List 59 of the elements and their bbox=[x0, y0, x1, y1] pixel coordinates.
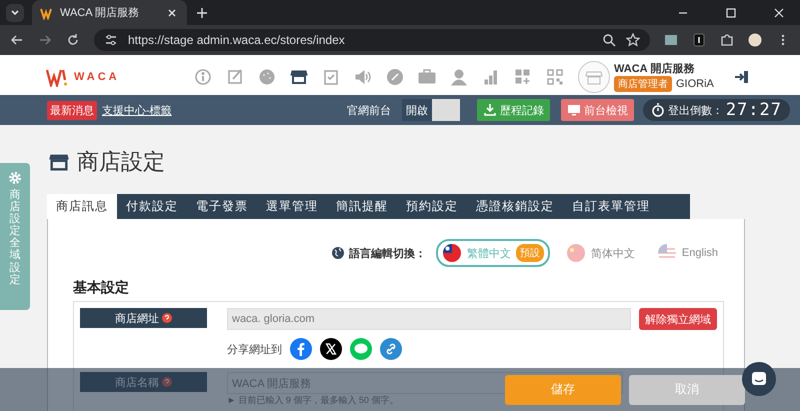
address-bar[interactable]: https://stage admin.waca.ec/stores/index bbox=[94, 29, 650, 51]
site-toggle[interactable]: 開啟 bbox=[402, 99, 460, 121]
profile-avatar[interactable] bbox=[748, 33, 762, 47]
settings-tab[interactable]: 選單管理 bbox=[257, 194, 327, 219]
stopwatch-icon bbox=[650, 103, 665, 117]
browser-tab[interactable]: WACA 開店服務 bbox=[32, 0, 187, 25]
facebook-icon[interactable] bbox=[290, 338, 312, 360]
x-icon[interactable] bbox=[320, 338, 342, 360]
language-label: 語言編輯切換： bbox=[348, 246, 426, 260]
field-label: 商店名稱 bbox=[80, 372, 207, 392]
default-badge: 預設 bbox=[516, 244, 544, 262]
news-badge: 最新消息 bbox=[47, 100, 97, 120]
settings-tab[interactable]: 簡訊提醒 bbox=[327, 194, 397, 219]
flag-icon bbox=[566, 243, 586, 263]
site-label: 官網前台 bbox=[346, 104, 391, 118]
maximize-icon[interactable] bbox=[724, 6, 738, 20]
logout-countdown: 登出倒數： 27:27 bbox=[642, 99, 790, 121]
close-icon[interactable] bbox=[772, 6, 786, 20]
flag-icon bbox=[442, 243, 462, 263]
page-title: 商店設定 bbox=[77, 148, 165, 176]
forward-icon[interactable] bbox=[38, 33, 52, 47]
new-tab-icon[interactable] bbox=[195, 6, 209, 20]
puzzle-icon[interactable] bbox=[720, 33, 734, 47]
logo-icon bbox=[40, 6, 54, 20]
download-icon bbox=[482, 103, 497, 117]
settings-tab[interactable]: 自訂表單管理 bbox=[563, 194, 659, 219]
settings-tab[interactable]: 憑證核銷設定 bbox=[467, 194, 563, 219]
url-field[interactable]: waca. gloria.com bbox=[227, 308, 631, 330]
tab-list-button[interactable] bbox=[6, 4, 24, 22]
share-label: 分享網址到 bbox=[227, 342, 282, 356]
user-name: GIORiA bbox=[676, 78, 714, 90]
store-icon[interactable] bbox=[290, 68, 308, 86]
section-title: 基本設定 bbox=[73, 279, 130, 297]
chat-icon bbox=[751, 371, 767, 387]
settings-tab[interactable]: 預約設定 bbox=[397, 194, 467, 219]
role-badge: 商店管理者 bbox=[614, 76, 672, 92]
help-icon[interactable] bbox=[162, 313, 172, 323]
monitor-icon bbox=[566, 103, 581, 117]
checklist-icon[interactable] bbox=[322, 68, 340, 86]
logout-icon[interactable] bbox=[734, 68, 750, 84]
unbind-domain-button[interactable]: 解除獨立網域 bbox=[639, 308, 717, 330]
settings-tab[interactable]: 電子發票 bbox=[187, 194, 257, 219]
chat-button[interactable] bbox=[742, 362, 776, 396]
reload-icon[interactable] bbox=[66, 33, 80, 47]
character-count-hint: ► 目前已輸入 9 個字，最多輸入 50 個字。 bbox=[227, 395, 398, 405]
account-name: WACA 開店服務 bbox=[614, 62, 696, 76]
settings-tab[interactable]: 付款設定 bbox=[117, 194, 187, 219]
store-avatar bbox=[578, 60, 610, 92]
back-icon[interactable] bbox=[10, 33, 24, 47]
language-option[interactable]: 简体中文 bbox=[560, 239, 641, 267]
link-icon[interactable] bbox=[380, 338, 402, 360]
star-icon[interactable] bbox=[626, 33, 640, 47]
settings-tab[interactable]: 商店訊息 bbox=[47, 194, 117, 219]
logo[interactable]: WACA bbox=[46, 66, 194, 86]
field-label: 商店網址 bbox=[80, 308, 207, 328]
site-settings-icon bbox=[104, 33, 118, 47]
news-link[interactable]: 支援中心-標籤 bbox=[102, 102, 172, 118]
settings-icon bbox=[8, 171, 22, 185]
zoom-icon[interactable] bbox=[602, 33, 616, 47]
